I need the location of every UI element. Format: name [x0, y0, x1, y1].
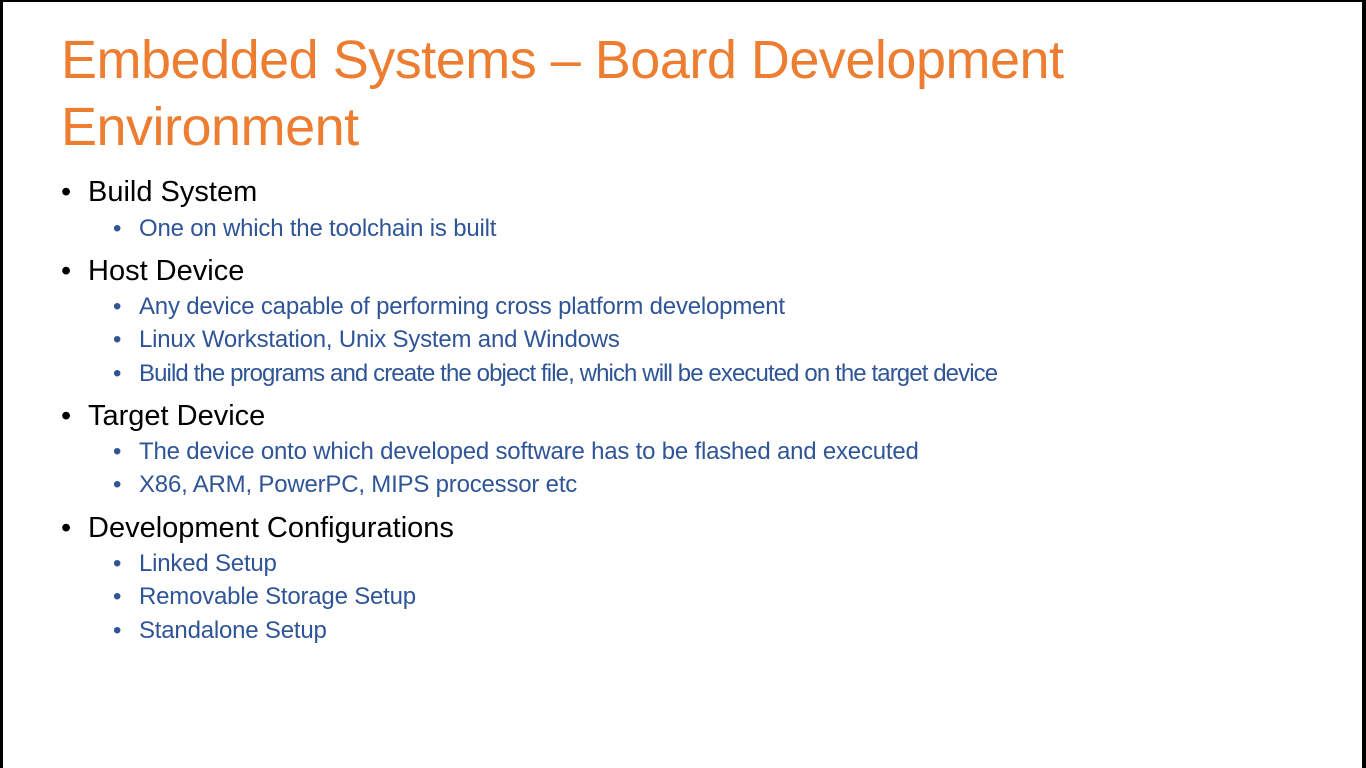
sub-bullet: • Removable Storage Setup	[113, 582, 416, 612]
sub-bullet: • X86, ARM, PowerPC, MIPS processor etc	[113, 470, 577, 500]
sub-bullet: • Linux Workstation, Unix System and Wind…	[113, 325, 620, 355]
sub-bullet-text: X86, ARM, PowerPC, MIPS processor etc	[139, 471, 578, 498]
sub-bullet-text: Removable Storage Setup	[139, 583, 416, 610]
sub-bullet: • Standalone Setup	[113, 616, 327, 646]
bullet-target-device: • Target Device	[61, 398, 265, 434]
bullet-text: Development Configurations	[88, 512, 454, 544]
bullet-icon: •	[113, 550, 122, 577]
sub-bullet-text: Linux Workstation, Unix System and Windo…	[139, 326, 620, 353]
bullet-icon: •	[113, 471, 122, 498]
bullet-icon: •	[113, 215, 122, 242]
bullet-text: Build System	[88, 176, 258, 208]
bullet-icon: •	[61, 400, 72, 432]
sub-bullet-text: Build the programs and create the object…	[139, 360, 998, 387]
bullet-icon: •	[61, 512, 72, 544]
bullet-text: Target Device	[88, 400, 266, 432]
sub-bullet: • The device onto which developed softwar…	[113, 437, 919, 467]
bullet-development-configurations: • Development Configurations	[61, 510, 454, 546]
sub-bullet: • Linked Setup	[113, 549, 277, 579]
sub-bullet-text: One on which the toolchain is built	[139, 215, 497, 242]
bullet-build-system: • Build System	[61, 174, 257, 210]
slide-title-line-2: Environment	[61, 97, 359, 157]
bullet-icon: •	[113, 360, 122, 387]
bullet-host-device: • Host Device	[61, 253, 244, 289]
bullet-icon: •	[61, 176, 72, 208]
sub-bullet-text: Linked Setup	[139, 550, 277, 577]
bullet-icon: •	[113, 326, 122, 353]
bullet-text: Host Device	[88, 255, 245, 287]
sub-bullet: • Any device capable of performing cross …	[113, 292, 785, 322]
sub-bullet: • One on which the toolchain is built	[113, 214, 496, 244]
slide-title-line-1: Embedded Systems – Board Development	[61, 30, 1064, 90]
sub-bullet: • Build the programs and create the objec…	[113, 359, 998, 389]
sub-bullet-text: Any device capable of performing cross p…	[139, 293, 785, 320]
sub-bullet-text: Standalone Setup	[139, 617, 327, 644]
slide: Embedded Systems – Board Development Env…	[3, 2, 1362, 768]
sub-bullet-text: The device onto which developed software…	[139, 438, 919, 465]
bullet-icon: •	[113, 438, 122, 465]
bullet-icon: •	[113, 583, 122, 610]
bullet-icon: •	[113, 293, 122, 320]
bullet-icon: •	[113, 617, 122, 644]
bullet-icon: •	[61, 255, 72, 287]
